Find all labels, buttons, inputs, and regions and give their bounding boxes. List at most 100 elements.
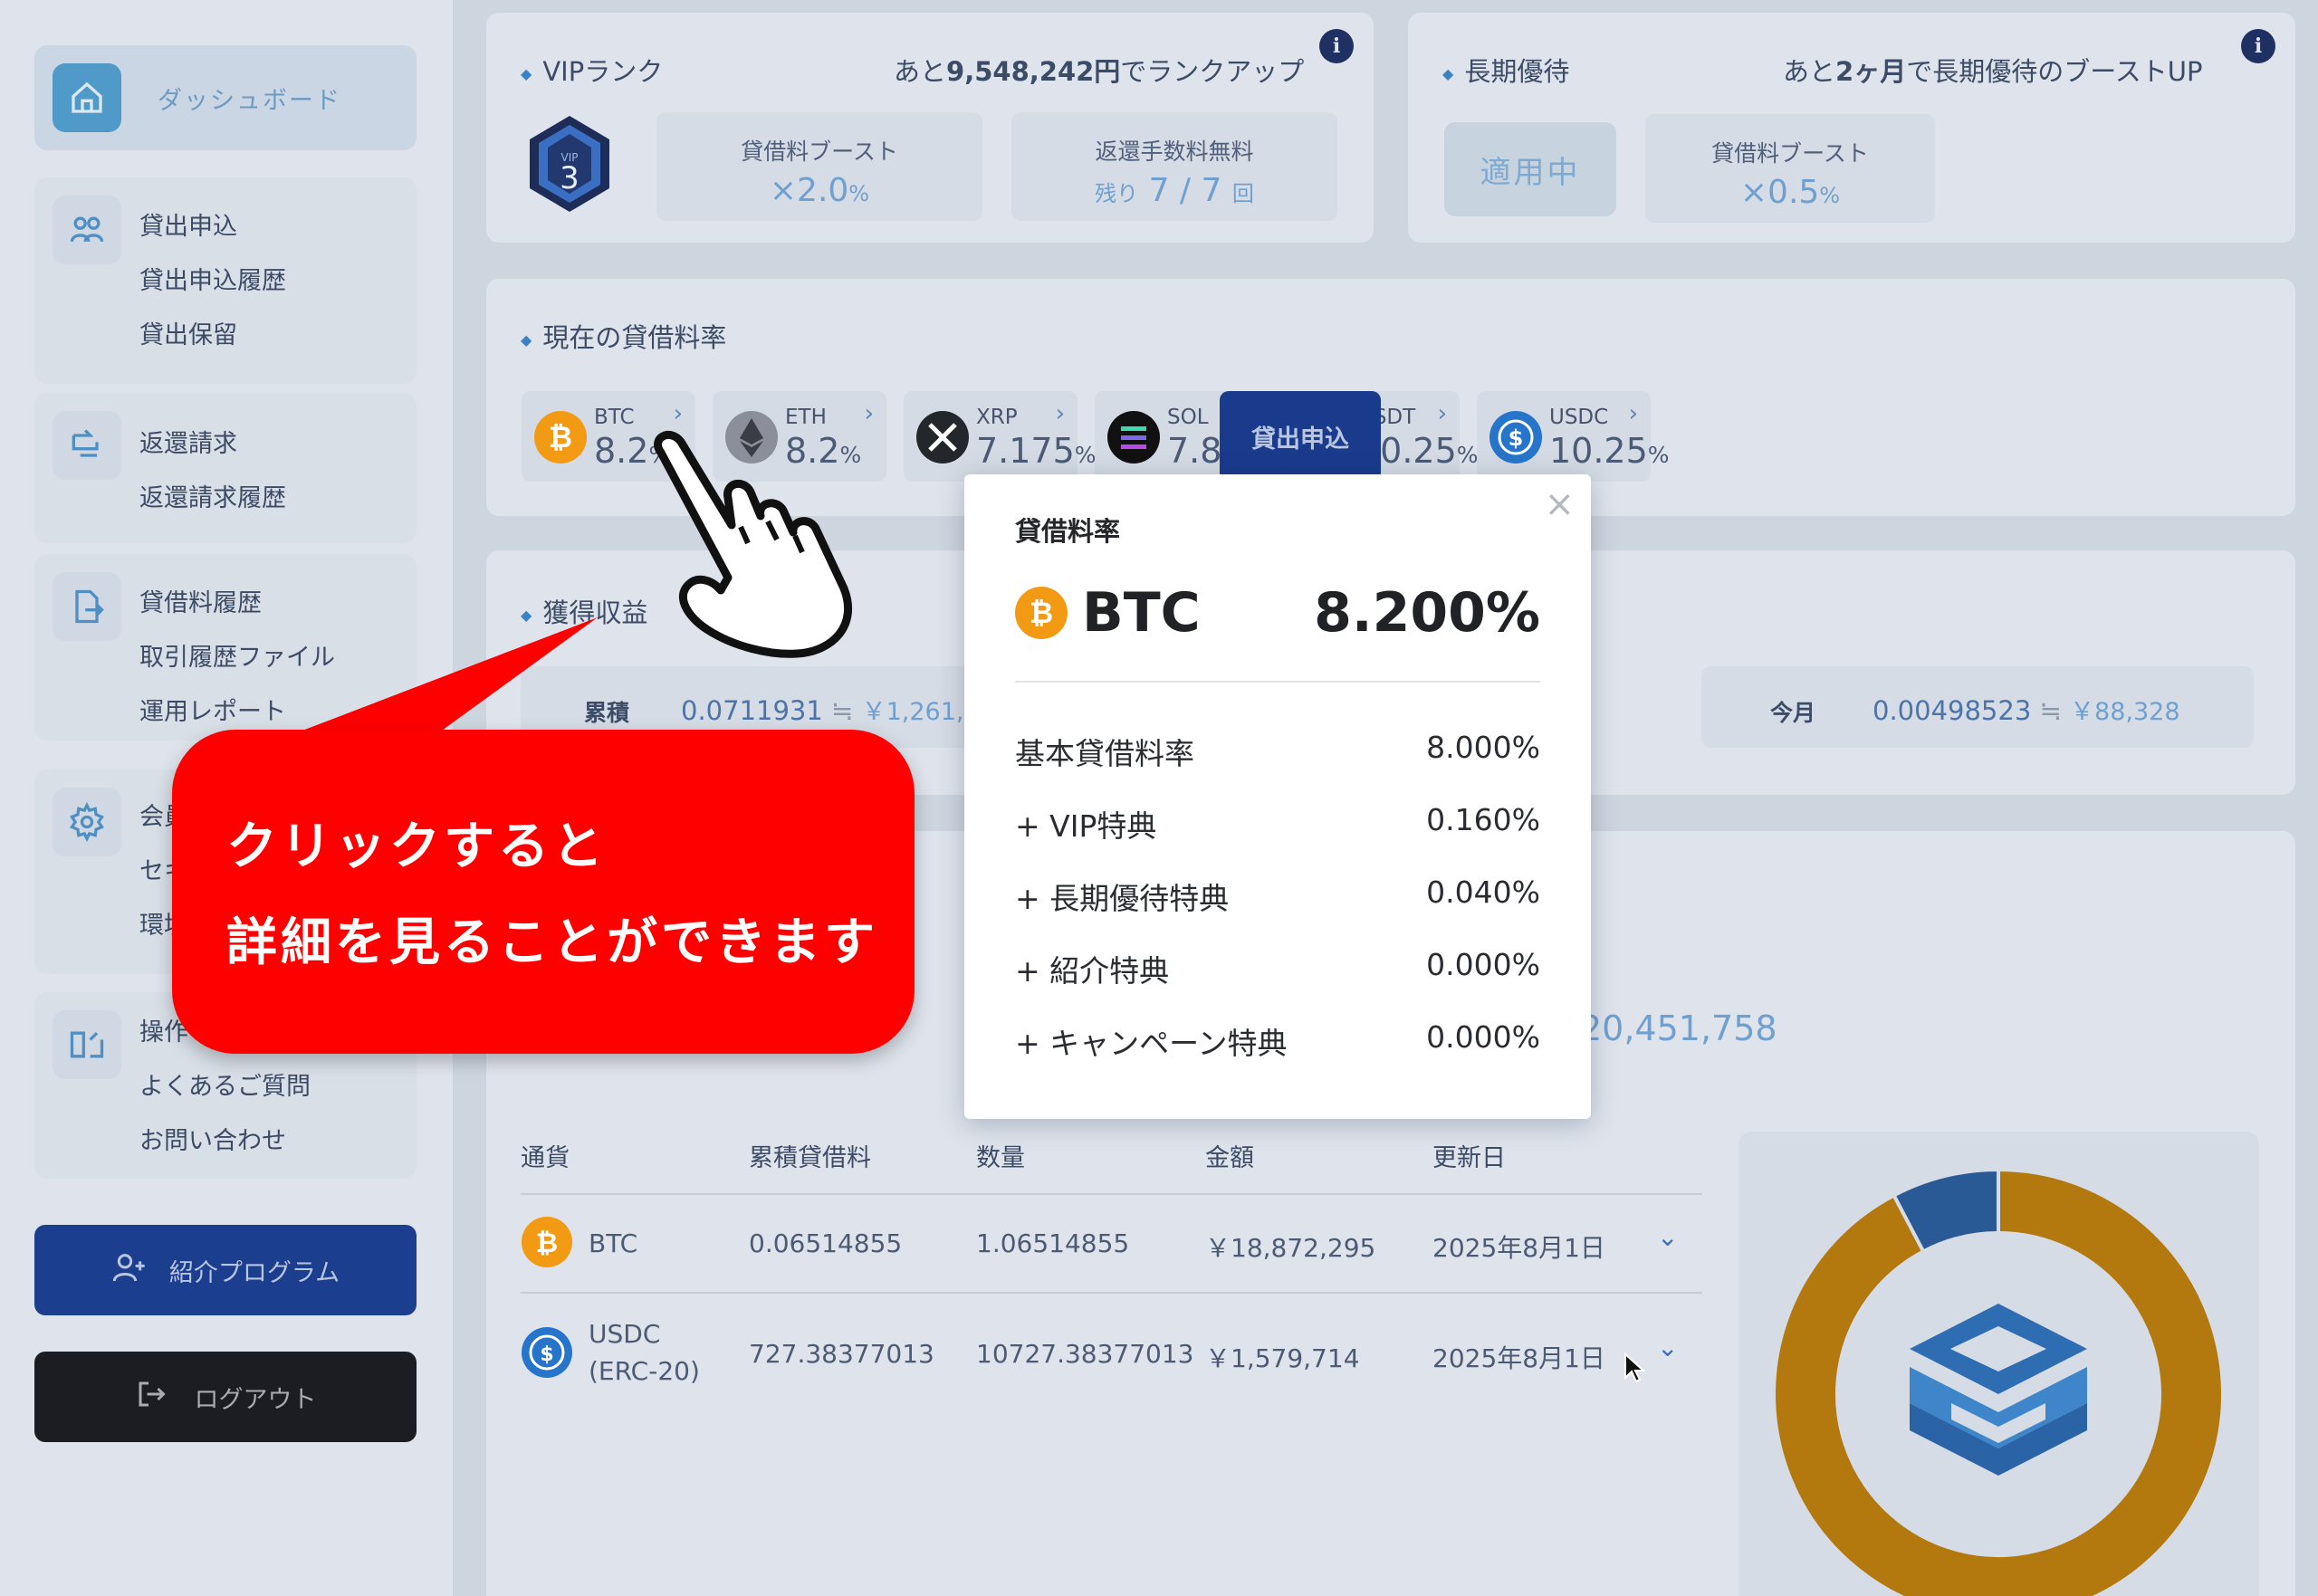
- divider: [1015, 681, 1540, 683]
- popup-total-rate: 8.200%: [1314, 581, 1540, 645]
- sidebar-item-fee-history[interactable]: 貸借料履歴: [139, 583, 262, 618]
- popup-coin-name: BTC: [1082, 581, 1201, 645]
- rate-detail-popup: × 貸借料率 ₿ BTC 8.200% 基本貸借料率 8.000% + VIP特典…: [964, 474, 1591, 1119]
- close-icon[interactable]: ×: [1544, 483, 1575, 525]
- asset-quantity: 10727.38377013: [976, 1339, 1194, 1369]
- chevron-right-icon: ›: [673, 400, 683, 427]
- long-term-boost-title: 貸借料ブースト: [1711, 140, 1869, 167]
- long-term-title: ◆ 長期優待: [1442, 56, 1570, 87]
- vip-badge-icon: VIP 3: [530, 116, 609, 212]
- asset-amount: ￥1,579,714: [1205, 1343, 1360, 1373]
- home-icon: [53, 63, 121, 132]
- coin-rate: 10.25%: [1549, 431, 1670, 471]
- document-icon: [53, 572, 121, 641]
- logout-button[interactable]: ログアウト: [34, 1352, 417, 1442]
- sidebar-group-history: 貸借料履歴 取引履歴ファイル 運用レポート: [34, 554, 417, 741]
- loan-apply-button[interactable]: 貸出申込: [1220, 391, 1381, 482]
- asset-accrued: 0.06514855: [749, 1228, 903, 1258]
- chevron-right-icon: ›: [1055, 400, 1065, 427]
- col-header-updated: 更新日: [1432, 1144, 1506, 1172]
- coin-name: USDC: [1549, 406, 1609, 429]
- info-icon[interactable]: i: [2241, 29, 2275, 63]
- usdc-icon: $: [522, 1327, 572, 1378]
- asset-quantity: 1.06514855: [976, 1228, 1130, 1258]
- asset-amount: ￥18,872,295: [1205, 1233, 1376, 1263]
- svg-text:₿: ₿: [549, 420, 572, 454]
- referral-button[interactable]: 紹介プログラム: [34, 1225, 417, 1315]
- vip-boost-value: ×2.0%: [769, 172, 870, 209]
- divider: [521, 1193, 1702, 1195]
- sidebar-item-transaction-files[interactable]: 取引履歴ファイル: [139, 637, 335, 673]
- asset-coin-network: (ERC-20): [589, 1356, 700, 1386]
- sidebar-item-contact[interactable]: お問い合わせ: [139, 1121, 286, 1156]
- sidebar-item-dashboard[interactable]: ダッシュボード: [34, 45, 417, 150]
- svg-text:3: 3: [560, 160, 580, 196]
- sidebar-item-return-request[interactable]: 返還請求: [139, 424, 237, 459]
- sidebar-item-faq[interactable]: よくあるご質問: [139, 1066, 311, 1102]
- col-header-quantity: 数量: [976, 1144, 1025, 1172]
- popup-title: 貸借料率: [1015, 516, 1121, 547]
- bitcoin-icon: ₿: [534, 411, 587, 464]
- vip-boost-box: 貸借料ブースト ×2.0%: [656, 112, 982, 221]
- svg-text:$: $: [540, 1343, 553, 1366]
- long-term-message: あと2ヶ月で長期優待のブーストUP: [1783, 56, 2203, 87]
- current-rates-title: ◆ 現在の貸借料率: [521, 322, 727, 353]
- popup-rate-row: 基本貸借料率 8.000%: [1015, 730, 1540, 771]
- vip-fee-box: 返還手数料無料 残り 7 / 7 回: [1011, 112, 1337, 221]
- callout-line-2: 詳細を見ることができます: [226, 913, 878, 972]
- svg-text:₿: ₿: [536, 1228, 558, 1259]
- sidebar-item-label: ダッシュボード: [158, 86, 341, 115]
- asset-coin: USDC: [589, 1319, 661, 1349]
- asset-date: 2025年8月1日: [1432, 1343, 1605, 1373]
- sidebar-item-loan-apply[interactable]: 貸出申込: [139, 206, 237, 242]
- long-term-boost-box: 貸借料ブースト ×0.5%: [1645, 114, 1935, 223]
- asset-accrued: 727.38377013: [749, 1339, 934, 1369]
- callout-line-1: クリックすると: [226, 817, 607, 876]
- sidebar-item-return-history[interactable]: 返還請求履歴: [139, 478, 286, 513]
- vip-rank-card: ◆ VIPランク あと9,548,242円でランクアップ i VIP 3 貸借料ブ…: [486, 13, 1374, 243]
- sidebar-item-loan-pending[interactable]: 貸出保留: [139, 315, 237, 350]
- chevron-right-icon: ›: [1437, 400, 1447, 427]
- allocation-donut-chart: [1772, 1167, 2225, 1596]
- divider: [521, 1292, 1702, 1294]
- sidebar-group-return: 返還請求 返還請求履歴: [34, 393, 417, 543]
- svg-text:$: $: [1509, 425, 1524, 451]
- rate-tile-xrp[interactable]: XRP 7.175% ›: [904, 391, 1097, 482]
- total-assets-value: 20,451,758: [1580, 1008, 1777, 1048]
- tutorial-callout: クリックすると 詳細を見ることができます: [172, 730, 915, 1054]
- gear-icon: [53, 788, 121, 856]
- chevron-right-icon: ›: [1628, 400, 1638, 427]
- popup-rate-row: + 紹介特典 0.000%: [1015, 947, 1540, 989]
- earnings-title: ◆ 獲得収益: [521, 597, 648, 628]
- col-header-accrued: 累積貸借料: [749, 1144, 871, 1172]
- popup-rate-row: + VIP特典 0.160%: [1015, 802, 1540, 844]
- chevron-down-icon[interactable]: ⌄: [1657, 1222, 1678, 1252]
- coin-rate: 7.175%: [976, 431, 1097, 471]
- logout-icon: [135, 1378, 168, 1417]
- vip-rankup-message: あと9,548,242円でランクアップ: [894, 56, 1305, 87]
- svg-text:₿: ₿: [1030, 596, 1053, 630]
- coin-name: SOL: [1167, 406, 1209, 429]
- xrp-icon: [916, 411, 969, 464]
- bitcoin-icon: ₿: [522, 1217, 572, 1267]
- add-user-icon: [111, 1249, 148, 1292]
- asset-coin: BTC: [589, 1228, 638, 1258]
- sidebar-item-report[interactable]: 運用レポート: [139, 692, 286, 727]
- chevron-right-icon: ›: [864, 400, 874, 427]
- bitcoin-icon: ₿: [1015, 587, 1068, 639]
- chevron-down-icon[interactable]: ⌄: [1657, 1333, 1678, 1362]
- brand-logo-icon: [1910, 1304, 2087, 1476]
- pointing-hand-icon: [654, 431, 852, 658]
- sidebar-item-loan-history[interactable]: 貸出申込履歴: [139, 261, 286, 296]
- info-icon[interactable]: i: [1319, 29, 1354, 63]
- referral-label: 紹介プログラム: [168, 1258, 340, 1287]
- sidebar-group-loan: 貸出申込 貸出申込履歴 貸出保留: [34, 177, 417, 384]
- book-icon: [53, 1010, 121, 1079]
- vip-rank-title: ◆ VIPランク: [521, 56, 664, 87]
- coin-name: BTC: [594, 406, 635, 429]
- rate-tile-usdc[interactable]: $ USDC 10.25% ›: [1477, 391, 1670, 482]
- popup-rate-row: + キャンペーン特典 0.000%: [1015, 1019, 1540, 1061]
- month-label: 今月: [1770, 700, 1816, 726]
- solana-icon: [1107, 411, 1160, 464]
- cumulative-value: 0.0711931 ≒ ￥1,261,39: [681, 695, 995, 726]
